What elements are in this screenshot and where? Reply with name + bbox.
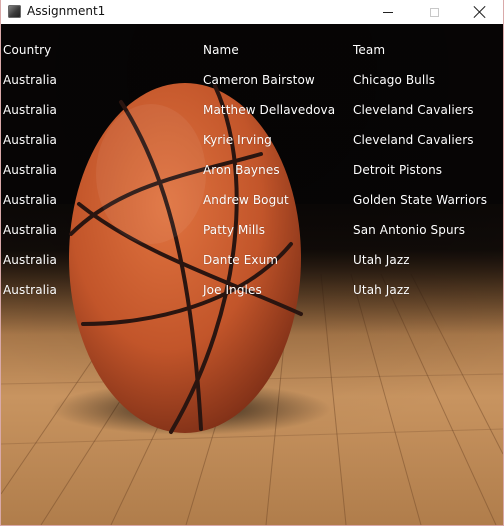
row-1-name: Cameron Bairstow bbox=[203, 73, 315, 87]
row-4-country: Australia bbox=[3, 163, 57, 177]
row-5-team: Golden State Warriors bbox=[353, 193, 488, 207]
close-button[interactable] bbox=[457, 0, 503, 24]
header-name: Name bbox=[203, 43, 239, 57]
row-8-team: Utah Jazz bbox=[353, 283, 410, 297]
row-5-country: Australia bbox=[3, 193, 57, 207]
row-7-team: Utah Jazz bbox=[353, 253, 410, 267]
app-window: Assignment1 Country Name Team Australia … bbox=[0, 0, 504, 526]
minimize-icon bbox=[383, 11, 393, 13]
app-icon bbox=[8, 5, 21, 18]
row-6-country: Australia bbox=[3, 223, 57, 237]
row-7-name: Dante Exum bbox=[203, 253, 279, 267]
row-8-name: Joe Ingles bbox=[203, 283, 262, 297]
window-title: Assignment1 bbox=[27, 4, 106, 18]
row-4-team: Detroit Pistons bbox=[353, 163, 443, 177]
maximize-icon bbox=[429, 7, 439, 17]
row-6-team: San Antonio Spurs bbox=[353, 223, 466, 237]
close-icon bbox=[474, 6, 486, 18]
basketball-background-image bbox=[1, 24, 503, 525]
row-2-country: Australia bbox=[3, 103, 57, 117]
maximize-button[interactable] bbox=[411, 0, 457, 24]
row-6-name: Patty Mills bbox=[203, 223, 266, 237]
row-8-country: Australia bbox=[3, 283, 57, 297]
minimize-button[interactable] bbox=[365, 0, 411, 24]
row-4-name: Aron Baynes bbox=[203, 163, 280, 177]
row-3-country: Australia bbox=[3, 133, 57, 147]
content-area: Country Name Team Australia Cameron Bair… bbox=[1, 24, 503, 525]
row-7-country: Australia bbox=[3, 253, 57, 267]
row-3-team: Cleveland Cavaliers bbox=[353, 133, 474, 147]
title-bar[interactable]: Assignment1 bbox=[1, 0, 503, 24]
header-team: Team bbox=[353, 43, 386, 57]
row-2-name: Matthew Dellavedova bbox=[203, 103, 336, 117]
row-3-name: Kyrie Irving bbox=[203, 133, 272, 147]
header-country: Country bbox=[3, 43, 52, 57]
row-5-name: Andrew Bogut bbox=[203, 193, 289, 207]
row-1-country: Australia bbox=[3, 73, 57, 87]
row-2-team: Cleveland Cavaliers bbox=[353, 103, 474, 117]
row-1-team: Chicago Bulls bbox=[353, 73, 436, 87]
